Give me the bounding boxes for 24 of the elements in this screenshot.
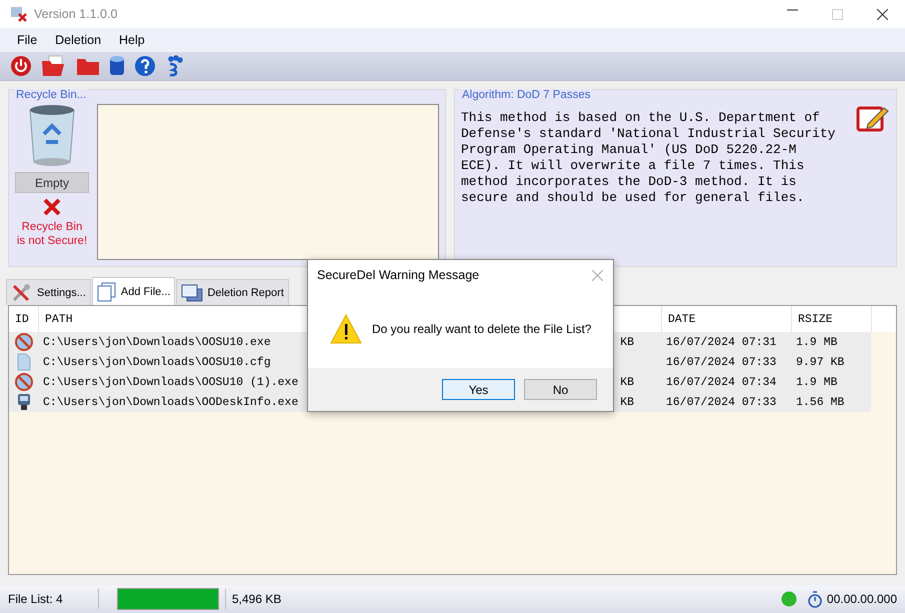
date-cell-text: 16/07/2024 07:33 — [665, 394, 778, 410]
panel-legend: Algorithm: DoD 7 Passes — [460, 89, 592, 101]
elapsed-time: 00.00.00.000 — [826, 592, 897, 606]
date-cell-text: 16/07/2024 07:33 — [665, 354, 778, 370]
path-cell-text: C:\Users\jon\Downloads\OOSU10 (1).exe — [42, 374, 300, 390]
dialog-title: SecureDel Warning Message — [317, 268, 480, 282]
warning-text: Recycle Bin is not Secure! — [16, 221, 88, 249]
window-title: Version 1.1.0.0 — [34, 7, 118, 21]
path-cell-text: C:\Users\jon\Downloads\OOSU10.cfg — [42, 354, 272, 370]
total-size: 5,496 KB — [232, 592, 282, 606]
path-cell-text: C:\Users\jon\Downloads\OOSU10.exe — [42, 334, 272, 350]
size-cell-text: 1.56 MB — [795, 394, 846, 410]
size-cell-text: KB — [619, 396, 634, 408]
panel-legend: Recycle Bin... — [14, 89, 88, 101]
size-cell-text: KB — [619, 376, 634, 388]
size-cell-text: 1.9 MB — [795, 374, 838, 390]
file-count: File List: 4 — [8, 592, 64, 606]
size-cell-text: 9.97 KB — [795, 354, 846, 370]
size-cell-text: 1.9 MB — [795, 334, 838, 350]
size-cell-text: KB — [619, 336, 634, 348]
algorithm-description: This method is based on the U.S. Department of Defense's standard 'National Industrial Security Program Operating Manual' (US DoD 5220.22-M ECE). It will overwrite a file 7 times. This method incorporates the DoD-3 method. It is secure and should be used for general files. — [461, 110, 836, 207]
path-cell-text: C:\Users\jon\Downloads\OODeskInfo.exe — [42, 394, 300, 410]
date-cell-text: 16/07/2024 07:34 — [665, 374, 778, 390]
date-cell-text: 16/07/2024 07:31 — [665, 334, 778, 350]
